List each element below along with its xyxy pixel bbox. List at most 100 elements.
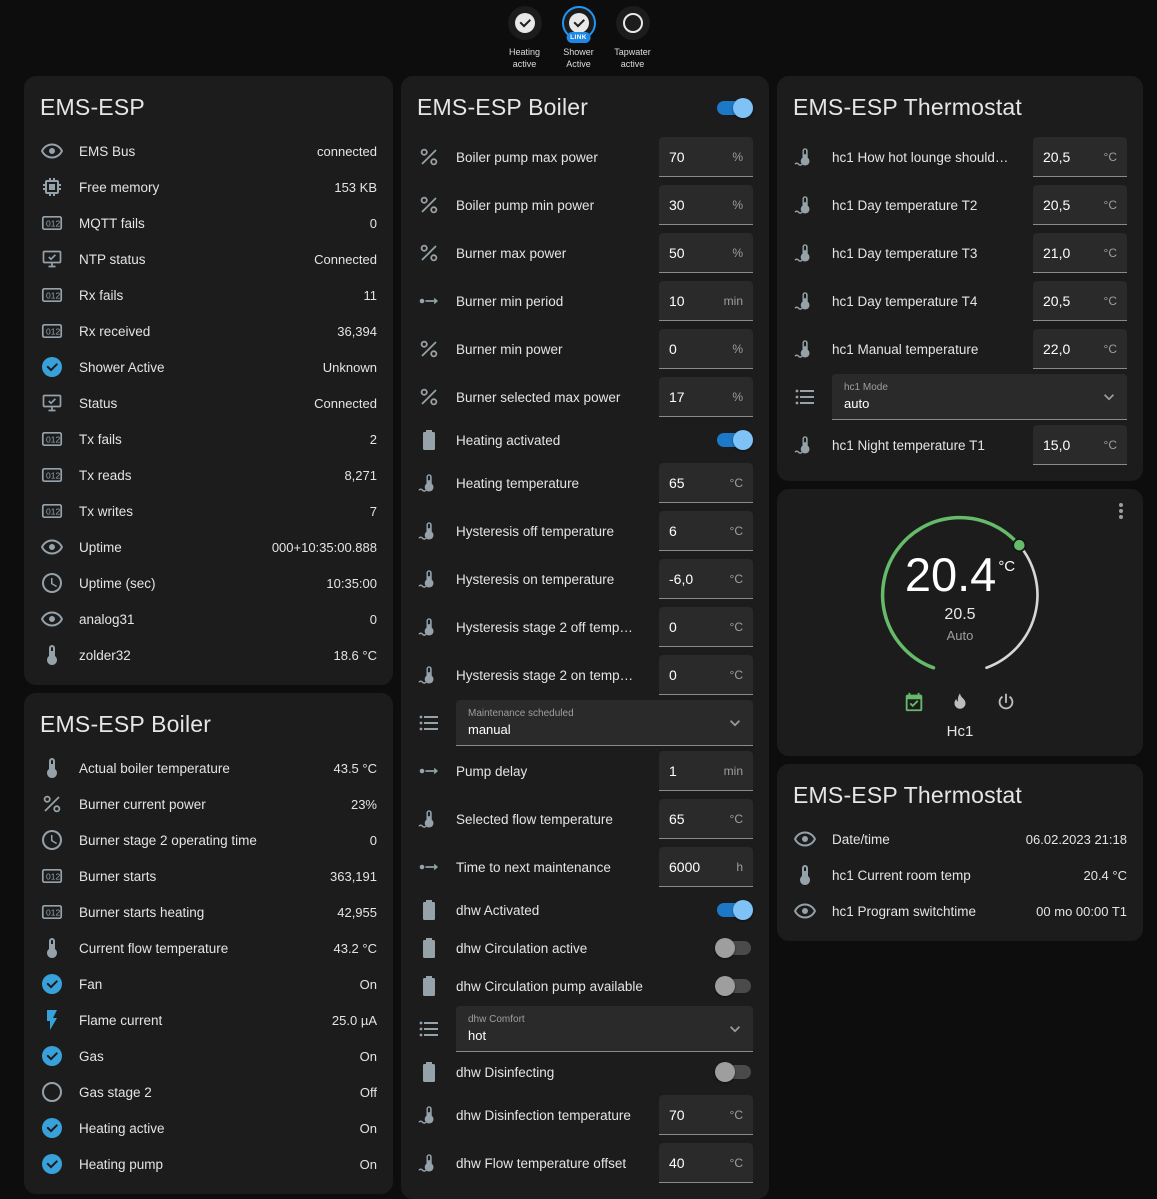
entity-toggle[interactable] <box>715 900 753 920</box>
number-input[interactable]: 21,0°C <box>1033 233 1127 273</box>
entity-row[interactable]: NTP statusConnected <box>24 241 393 277</box>
number-input[interactable]: 50% <box>659 233 753 273</box>
fire-icon[interactable] <box>949 691 971 713</box>
entity-row[interactable]: zolder3218.6 °C <box>24 637 393 673</box>
entity-toggle[interactable] <box>715 1062 753 1082</box>
number-input[interactable]: 0°C <box>659 655 753 695</box>
entity-row[interactable]: Flame current25.0 µA <box>24 1002 393 1038</box>
entity-row: Boiler pump min power30% <box>401 181 769 229</box>
number-value: 1 <box>669 763 677 779</box>
entity-row[interactable]: Heating activeOn <box>24 1110 393 1146</box>
entity-row[interactable]: Shower ActiveUnknown <box>24 349 393 385</box>
entity-label: Burner starts <box>79 869 315 884</box>
entity-label: Boiler pump max power <box>456 150 644 165</box>
entity-toggle[interactable] <box>715 430 753 450</box>
entity-row[interactable]: 012Tx reads8,271 <box>24 457 393 493</box>
entity-row[interactable]: 012Tx writes7 <box>24 493 393 529</box>
number-input[interactable]: 70% <box>659 137 753 177</box>
number-input[interactable]: 22,0°C <box>1033 329 1127 369</box>
number-unit: °C <box>730 572 743 586</box>
entity-row[interactable]: 012Tx fails2 <box>24 421 393 457</box>
entity-row[interactable]: 012Burner starts heating42,955 <box>24 894 393 930</box>
entity-label: hc1 Day temperature T3 <box>832 246 1018 261</box>
entity-row: hc1 How hot lounge should…20,5°C <box>777 133 1143 181</box>
number-input[interactable]: 30% <box>659 185 753 225</box>
flash-icon <box>40 1008 64 1032</box>
entity-row[interactable]: Uptime (sec)10:35:00 <box>24 565 393 601</box>
counter-icon: 012 <box>40 463 64 487</box>
entity-row[interactable]: 012Burner starts363,191 <box>24 858 393 894</box>
entity-row[interactable]: Uptime000+10:35:00.888 <box>24 529 393 565</box>
number-input[interactable]: 40°C <box>659 1143 753 1183</box>
entity-row[interactable]: 012Rx received36,394 <box>24 313 393 349</box>
entity-row[interactable]: Burner current power23% <box>24 786 393 822</box>
select-input[interactable]: dhw Comforthot <box>456 1006 753 1052</box>
entity-row[interactable]: Gas stage 2Off <box>24 1074 393 1110</box>
entity-label: Status <box>79 396 299 411</box>
number-value: 0 <box>669 341 677 357</box>
thermostat-actions <box>903 691 1017 713</box>
entity-row[interactable]: Free memory153 KB <box>24 169 393 205</box>
number-unit: °C <box>730 812 743 826</box>
number-unit: °C <box>730 476 743 490</box>
number-input[interactable]: 1min <box>659 751 753 791</box>
ray-arrow-icon <box>417 759 441 783</box>
card-header-toggle[interactable] <box>715 98 753 118</box>
entity-row[interactable]: EMS Busconnected <box>24 133 393 169</box>
badge[interactable]: LINKShower Active <box>555 6 603 70</box>
entity-row[interactable]: analog310 <box>24 601 393 637</box>
number-input[interactable]: 0% <box>659 329 753 369</box>
entity-row[interactable]: Current flow temperature43.2 °C <box>24 930 393 966</box>
entity-row[interactable]: Date/time06.02.2023 21:18 <box>777 821 1143 857</box>
power-icon[interactable] <box>995 691 1017 713</box>
number-input[interactable]: 20,5°C <box>1033 185 1127 225</box>
entity-label: Burner stage 2 operating time <box>79 833 355 848</box>
number-input[interactable]: 20,5°C <box>1033 137 1127 177</box>
entity-row[interactable]: 012MQTT fails0 <box>24 205 393 241</box>
number-input[interactable]: 65°C <box>659 463 753 503</box>
thermostat-dial[interactable]: 20.4°C20.5Auto <box>872 507 1048 683</box>
number-value: 0 <box>669 619 677 635</box>
entity-row[interactable]: GasOn <box>24 1038 393 1074</box>
entity-row: Burner selected max power17% <box>401 373 769 421</box>
entity-row[interactable]: StatusConnected <box>24 385 393 421</box>
card: EMS-ESP BoilerBoiler pump max power70%Bo… <box>401 76 769 1199</box>
entity-toggle[interactable] <box>715 938 753 958</box>
number-input[interactable]: -6,0°C <box>659 559 753 599</box>
entity-row[interactable]: Burner stage 2 operating time0 <box>24 822 393 858</box>
left-column: EMS-ESPEMS BusconnectedFree memory153 KB… <box>24 76 393 1194</box>
calendar-check-icon[interactable] <box>903 691 925 713</box>
entity-row[interactable]: hc1 Current room temp20.4 °C <box>777 857 1143 893</box>
select-input[interactable]: hc1 Modeauto <box>832 374 1127 420</box>
number-input[interactable]: 65°C <box>659 799 753 839</box>
number-input[interactable]: 20,5°C <box>1033 281 1127 321</box>
badge[interactable]: Heating active <box>501 6 549 70</box>
number-input[interactable]: 15,0°C <box>1033 425 1127 465</box>
entity-row: hc1 Manual temperature22,0°C <box>777 325 1143 373</box>
entity-label: hc1 Day temperature T4 <box>832 294 1018 309</box>
badge[interactable]: Tapwater active <box>609 6 657 70</box>
number-input[interactable]: 17% <box>659 377 753 417</box>
entity-row[interactable]: Actual boiler temperature43.5 °C <box>24 750 393 786</box>
entity-value: 42,955 <box>337 905 377 920</box>
entity-row: hc1 Day temperature T220,5°C <box>777 181 1143 229</box>
number-input[interactable]: 70°C <box>659 1095 753 1135</box>
number-input[interactable]: 0°C <box>659 607 753 647</box>
badge-label: Tapwater active <box>609 47 657 70</box>
dots-vertical-icon[interactable] <box>1109 499 1133 523</box>
entity-row[interactable]: Heating pumpOn <box>24 1146 393 1182</box>
number-input[interactable]: 10min <box>659 281 753 321</box>
entity-row[interactable]: hc1 Program switchtime00 mo 00:00 T1 <box>777 893 1143 929</box>
network-check-icon <box>40 247 64 271</box>
number-value: 22,0 <box>1043 341 1070 357</box>
select-input[interactable]: Maintenance scheduledmanual <box>456 700 753 746</box>
entity-row[interactable]: FanOn <box>24 966 393 1002</box>
number-input[interactable]: 6000h <box>659 847 753 887</box>
entity-row[interactable]: 012Rx fails11 <box>24 277 393 313</box>
svg-text:012: 012 <box>46 435 60 445</box>
list-icon <box>793 385 817 409</box>
number-input[interactable]: 6°C <box>659 511 753 551</box>
entity-label: Selected flow temperature <box>456 812 644 827</box>
entity-label: Flame current <box>79 1013 317 1028</box>
entity-toggle[interactable] <box>715 976 753 996</box>
